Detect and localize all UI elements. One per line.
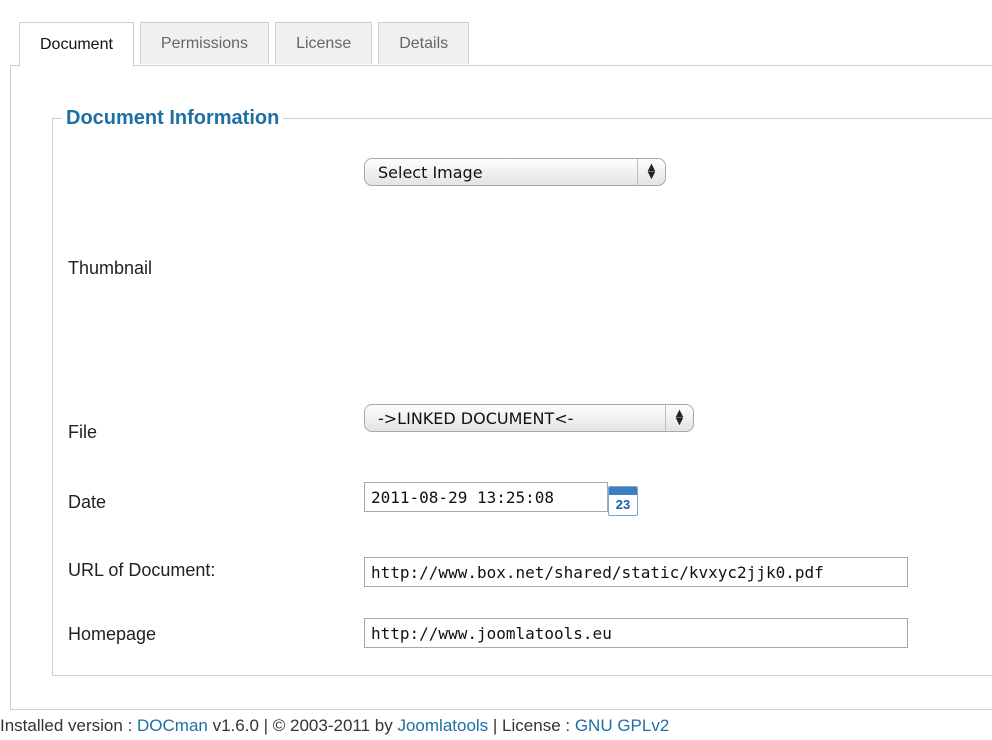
select-arrows-icon: ▲ ▼ [637,159,665,185]
footer-prefix: Installed version : [0,716,138,735]
footer: Installed version : DOCman v1.6.0 | © 20… [0,716,669,736]
footer-license-label: | License : [488,716,575,735]
homepage-input[interactable]: http://www.joomlatools.eu [364,618,908,648]
file-select[interactable]: ->LINKED DOCUMENT<- ▲ ▼ [364,404,694,432]
document-edit-page: Document Permissions License Details Doc… [0,0,992,740]
date-label: Date [68,492,107,512]
file-label: File [68,422,98,442]
footer-version: v1.6.0 | © 2003-2011 by [207,716,398,735]
thumbnail-select[interactable]: Select Image ▲ ▼ [364,158,666,186]
license-link[interactable]: GNU GPLv2 [575,716,669,735]
tab-permissions[interactable]: Permissions [139,22,270,64]
tab-document[interactable]: Document [19,22,134,66]
date-input[interactable]: 2011-08-29 13:25:08 [364,482,608,512]
docman-link[interactable]: DOCman [137,716,208,735]
url-label: URL of Document: [68,560,216,580]
homepage-label: Homepage [68,624,157,644]
tab-details[interactable]: Details [378,22,470,64]
document-information-fieldset [52,118,992,676]
tab-bar: Document Permissions License Details [19,22,470,66]
calendar-icon[interactable]: 23 [608,486,638,516]
thumbnail-label: Thumbnail [68,258,153,278]
file-select-value: ->LINKED DOCUMENT<- [378,408,574,428]
url-input[interactable]: http://www.box.net/shared/static/kvxyc2j… [364,557,908,587]
tab-license[interactable]: License [275,22,373,64]
select-arrows-icon: ▲ ▼ [665,405,693,431]
calendar-day-number: 23 [615,497,631,512]
thumbnail-select-value: Select Image [378,162,483,182]
joomlatools-link[interactable]: Joomlatools [397,716,488,735]
fieldset-legend: Document Information [62,104,284,132]
